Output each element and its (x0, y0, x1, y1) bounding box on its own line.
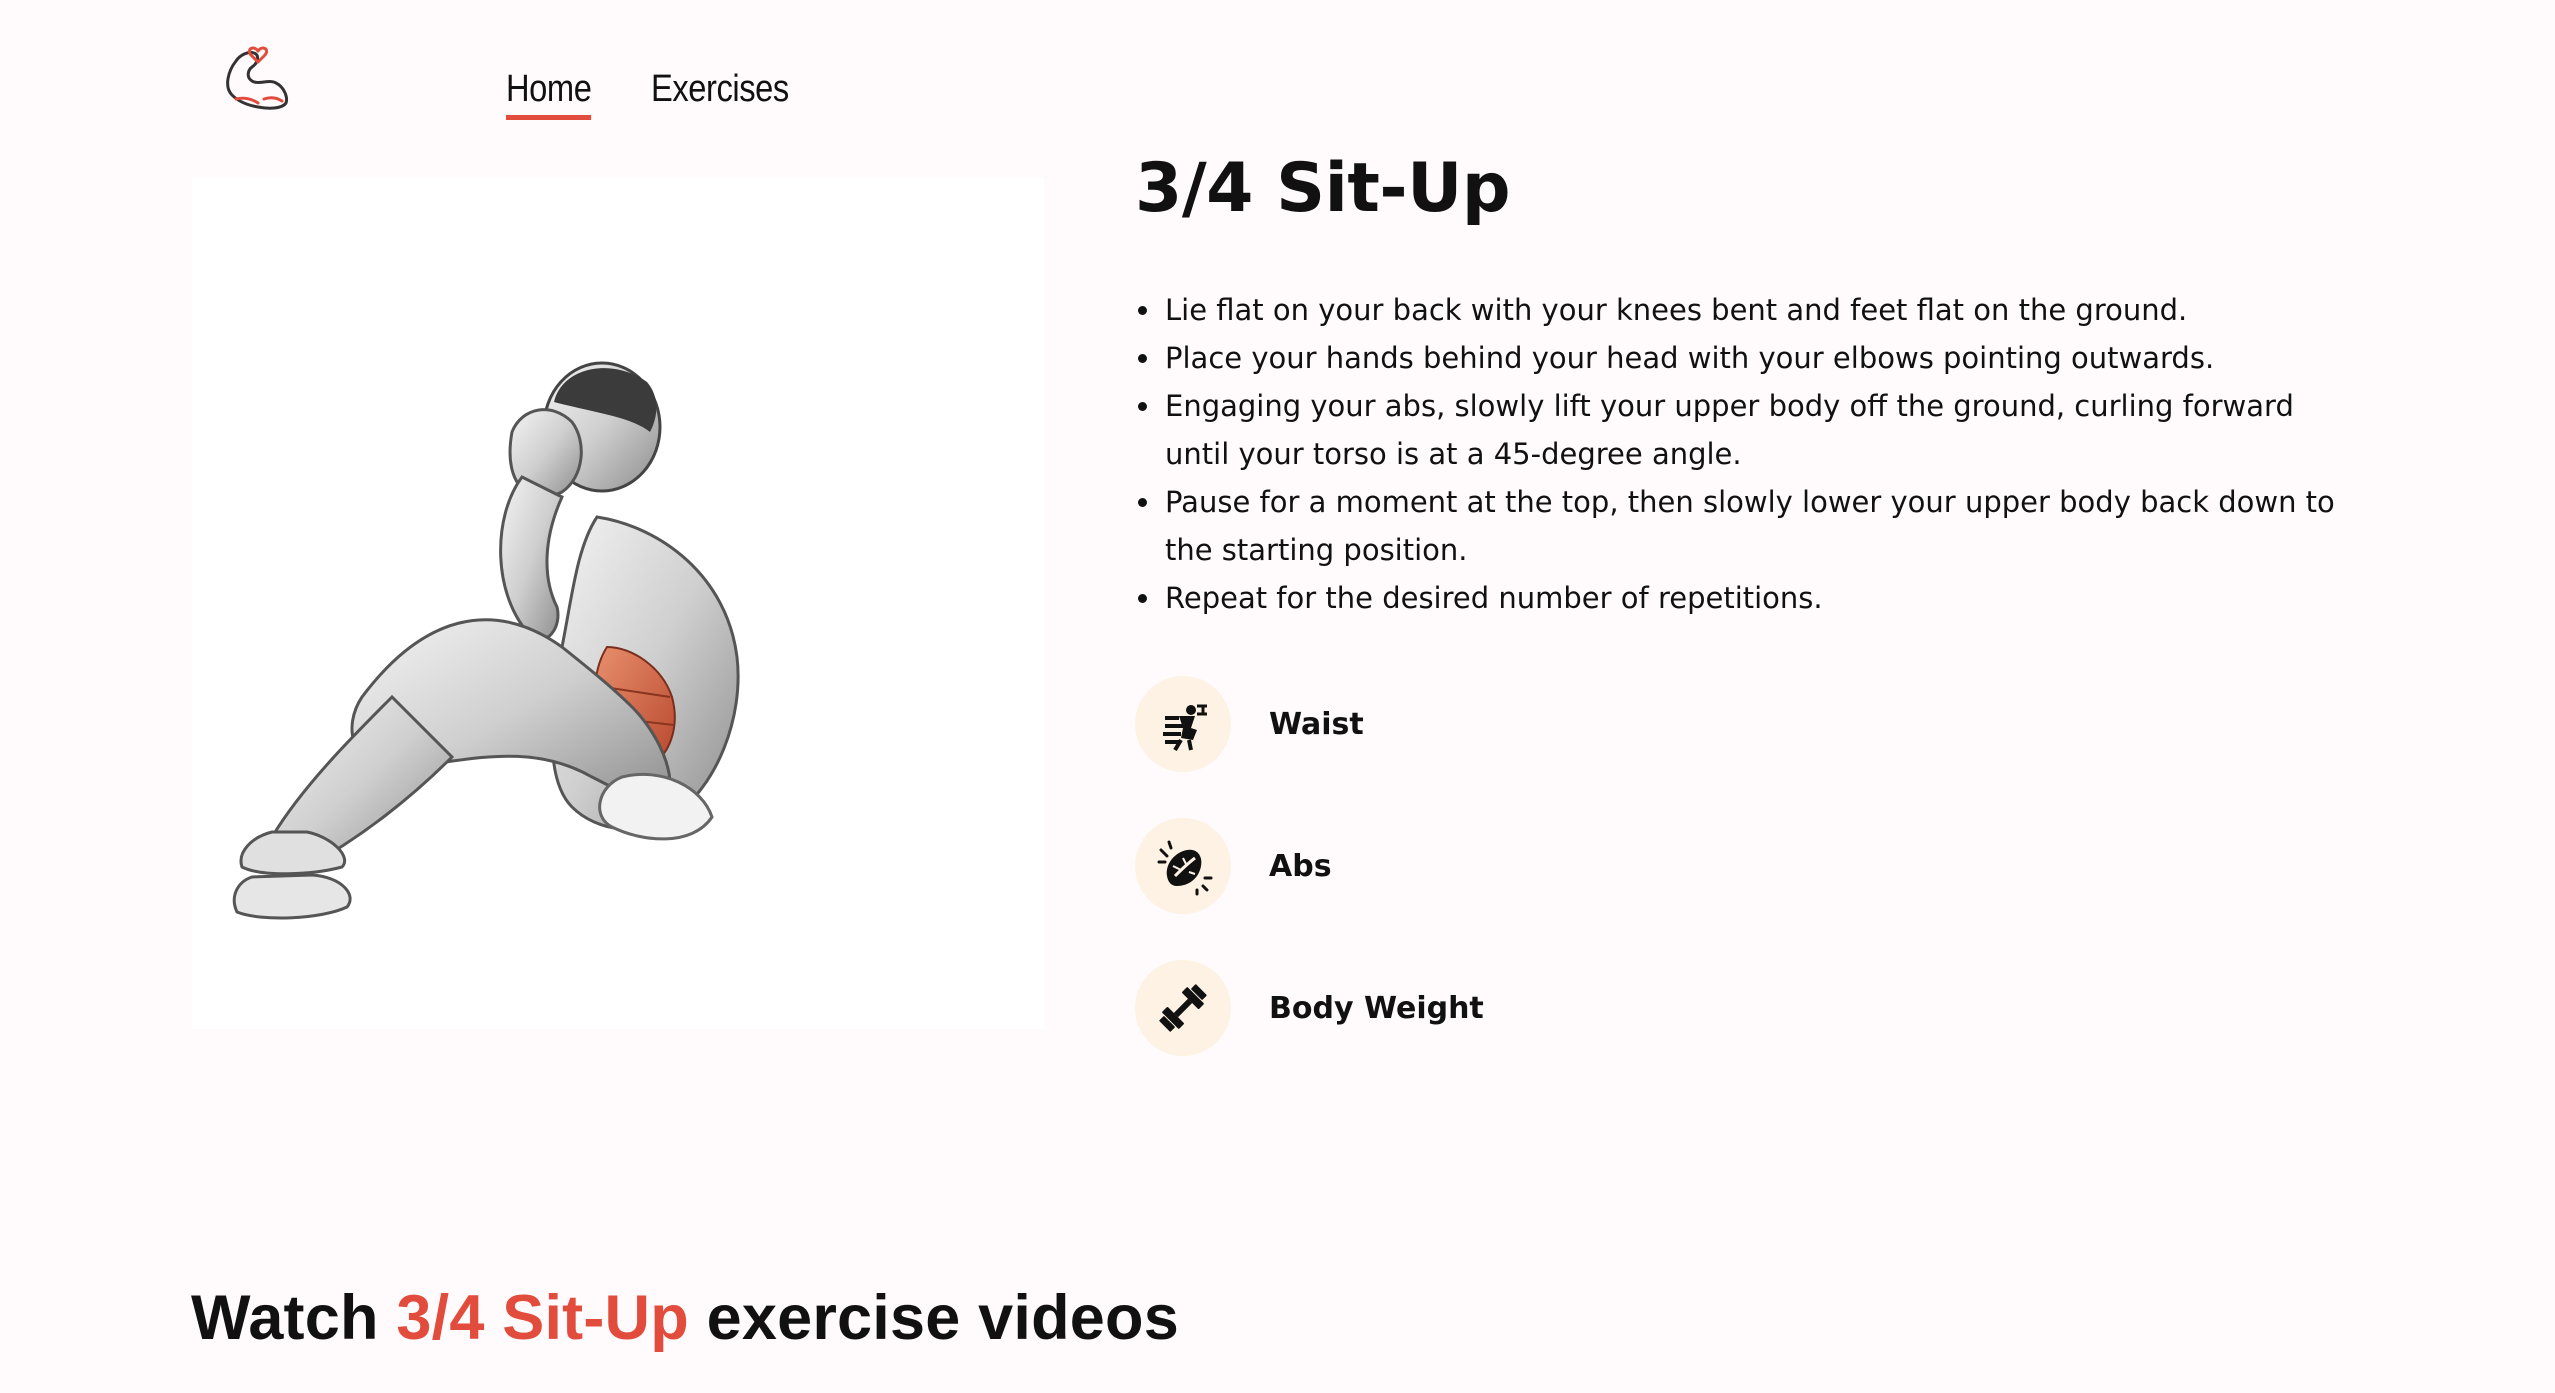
instruction-item: Lie flat on your back with your knees be… (1135, 286, 2365, 334)
videos-heading-prefix: Watch (191, 1283, 397, 1353)
waist-body-part-icon (1135, 676, 1231, 773)
target-label: Abs (1269, 848, 1332, 884)
main-nav: Home Exercises (506, 68, 812, 120)
instruction-item: Pause for a moment at the top, then slow… (1135, 478, 2365, 574)
exercise-detail: 3/4 Sit-Up Lie flat on your back with yo… (1135, 149, 2365, 1102)
videos-heading-suffix: exercise videos (688, 1283, 1179, 1353)
videos-heading: Watch 3/4 Sit-Up exercise videos (191, 1282, 1179, 1354)
target-waist[interactable]: Waist (1135, 676, 2365, 773)
logo-link[interactable] (218, 39, 298, 119)
exercise-image (192, 177, 1044, 1029)
instruction-item: Place your hands behind your head with y… (1135, 334, 2365, 382)
flexed-arm-heart-logo-icon (226, 46, 288, 110)
target-label: Body Weight (1269, 990, 1484, 1026)
sit-up-illustration (232, 361, 740, 920)
body-weight-dumbbell-icon (1135, 960, 1231, 1057)
exercise-title: 3/4 Sit-Up (1135, 149, 1511, 228)
nav-exercises-link[interactable]: Exercises (651, 68, 789, 111)
instruction-item: Repeat for the desired number of repetit… (1135, 574, 2365, 622)
target-list: Waist Abs Body Weight (1135, 676, 2365, 1057)
abs-muscle-icon (1135, 818, 1231, 915)
target-abs[interactable]: Abs (1135, 818, 2365, 915)
instructions-list: Lie flat on your back with your knees be… (1135, 286, 2365, 622)
target-body-weight[interactable]: Body Weight (1135, 960, 2365, 1057)
nav-home-link[interactable]: Home (506, 68, 592, 120)
exercise-detail-page: Home Exercises 3/4 Sit-Up Lie flat on yo… (0, 0, 2555, 1393)
instruction-item: Engaging your abs, slowly lift your uppe… (1135, 382, 2365, 478)
target-label: Waist (1269, 706, 1364, 742)
videos-heading-exercise-name: 3/4 Sit-Up (396, 1283, 689, 1353)
